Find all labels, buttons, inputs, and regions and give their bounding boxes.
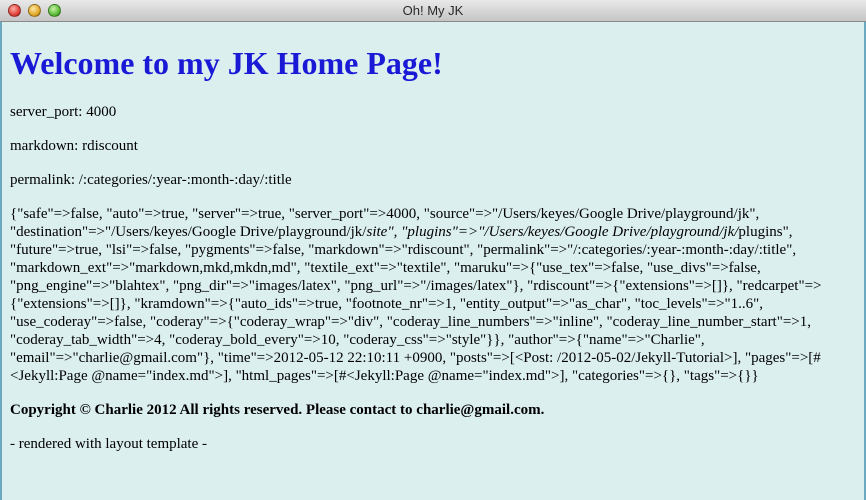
page-content[interactable]: Welcome to my JK Home Page! server_port:… (0, 22, 866, 500)
site-config-dump: {"safe"=>false, "auto"=>true, "server"=>… (10, 205, 846, 385)
browser-window: Oh! My JK Welcome to my JK Home Page! se… (0, 0, 866, 500)
copyright-text: Copyright © Charlie 2012 All rights rese… (10, 402, 545, 418)
server-port-text: server_port: 4000 (10, 104, 117, 120)
layout-footer-text: - rendered with layout template - (10, 436, 208, 452)
window-title: Oh! My JK (402, 3, 464, 18)
permalink-text: permalink: /:categories/:year-:month-:da… (10, 172, 292, 188)
site-dump-part-2: plugins", "future"=>true, "lsi"=>false, … (10, 224, 822, 384)
markdown-text: markdown: rdiscount (10, 138, 138, 154)
title-bar[interactable]: Oh! My JK (0, 0, 866, 22)
page-heading: Welcome to my JK Home Page! (10, 45, 443, 81)
site-dump-italic-part: site", "plugins"=>"/Users/keyes/Google D… (366, 224, 739, 240)
